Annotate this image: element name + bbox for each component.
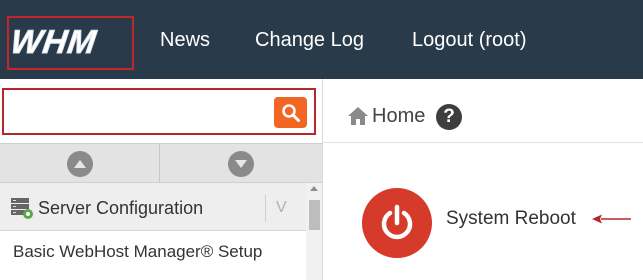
power-icon[interactable] [362, 188, 432, 258]
sidebar-section-title: Server Configuration [38, 198, 204, 218]
sidebar-item-basic-setup[interactable]: Basic WebHost Manager® Setup [13, 242, 262, 262]
chevron-down-icon [235, 160, 247, 168]
nav-changelog-link[interactable]: Change Log [255, 29, 364, 52]
scroll-down-button[interactable] [228, 151, 254, 177]
help-icon[interactable]: ? [436, 104, 462, 130]
chevron-collapse-icon[interactable]: V [276, 199, 287, 217]
scrollbar-thumb[interactable] [309, 200, 320, 230]
search-icon [281, 103, 300, 122]
scrollbar-up-arrow-icon[interactable] [310, 186, 318, 191]
nav-logout-link[interactable]: Logout (root) [412, 29, 527, 52]
power-symbol-icon [381, 204, 413, 240]
whm-logo[interactable]: WHM [8, 23, 100, 61]
sidebar-divider [322, 79, 323, 280]
sidebar-scrollbar[interactable] [306, 183, 322, 280]
breadcrumb-home-link[interactable]: Home [372, 105, 425, 128]
server-config-icon [11, 198, 33, 219]
sidebar-scroll-controls [0, 143, 322, 183]
annotation-arrow-icon [592, 214, 631, 224]
scroll-controls-divider [159, 143, 160, 183]
home-icon[interactable] [347, 106, 369, 126]
chevron-up-icon [74, 160, 86, 168]
system-reboot-link[interactable]: System Reboot [446, 208, 576, 230]
collapse-divider [265, 195, 266, 222]
scroll-up-button[interactable] [67, 151, 93, 177]
breadcrumb [323, 79, 643, 143]
search-input[interactable] [8, 96, 272, 127]
nav-news-link[interactable]: News [160, 29, 210, 52]
search-button[interactable] [274, 97, 307, 128]
